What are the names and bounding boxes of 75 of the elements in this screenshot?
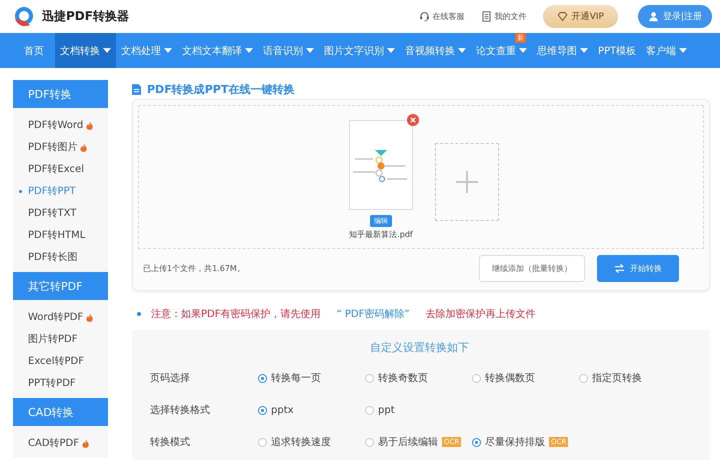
sidebar-item[interactable]: PDF转图片 [13, 136, 108, 158]
sidebar-item[interactable]: PDF转Excel [13, 158, 108, 180]
logo-icon [12, 4, 36, 28]
sidebar-heading: 其它转PDF [13, 272, 108, 300]
logo-text: 迅捷PDF转换器 [42, 8, 129, 25]
diamond-icon [556, 11, 568, 22]
option-label: 转换偶数页 [485, 372, 535, 385]
sidebar-heading: CAD转换 [13, 398, 108, 426]
flame-icon [86, 312, 94, 322]
setting-label: 页码选择 [150, 372, 191, 385]
sidebar-item[interactable]: PDF转HTML [13, 224, 108, 246]
flame-icon [82, 438, 90, 448]
nav-tab[interactable]: 语音识别 [258, 33, 319, 68]
nav-tab[interactable]: 文档文本翻译 [177, 33, 258, 68]
file-name: 知乎最新算法.pdf [349, 229, 413, 240]
nav-tab[interactable]: 图片文字识别 [319, 33, 400, 68]
radio-button[interactable] [258, 374, 267, 382]
document-icon [132, 84, 141, 94]
notice-text: 去除加密保护再上传文件 [426, 308, 536, 321]
sidebar-heading: PDF转换 [13, 80, 108, 108]
nav-tab[interactable]: 文档处理 [116, 33, 177, 68]
add-more-button[interactable]: 继续添加（批量转换） [479, 255, 585, 282]
settings-title: 自定义设置转换如下 [369, 340, 470, 355]
option-label: 易于后续编辑 [378, 436, 438, 449]
sidebar-item[interactable]: CAD转PDF [13, 432, 108, 454]
document-icon [480, 11, 492, 22]
sidebar-item[interactable]: PPT转PDF [13, 372, 108, 394]
nav-tab[interactable]: 音视频转换 [400, 33, 471, 68]
close-icon[interactable] [407, 114, 419, 126]
nav-tab[interactable]: 首页 [13, 33, 55, 68]
headset-icon [418, 11, 430, 22]
radio-button[interactable] [365, 374, 374, 382]
add-file-tile[interactable] [435, 143, 499, 221]
option-label: 转换奇数页 [378, 372, 428, 385]
swap-arrows-icon [614, 263, 625, 274]
sidebar-item[interactable]: PDF转TXT [13, 202, 108, 224]
radio-button[interactable] [472, 374, 481, 382]
password-remove-link[interactable]: “ PDF密码解除” [336, 307, 410, 321]
bullet-icon [137, 312, 141, 316]
start-button[interactable]: 开始转换 [597, 255, 679, 282]
nav-tab[interactable]: 文档转换 [55, 33, 116, 68]
user-icon [648, 11, 659, 22]
upload-summary: 已上传1个文件，共1.67M。 [143, 263, 246, 274]
sidebar-item[interactable]: PDF转PPT [13, 180, 108, 202]
radio-button[interactable] [365, 438, 374, 446]
option-label: 转换每一页 [271, 372, 321, 385]
option-label: 尽量保持排版 [485, 436, 545, 449]
setting-label: 转换模式 [150, 436, 191, 449]
nav-tab[interactable]: PPT模板 [593, 33, 642, 68]
notice-text: 注意：如果PDF有密码保护，请先使用 [151, 308, 320, 321]
header-link[interactable]: 我的文件 [480, 11, 527, 22]
option-label: pptx [271, 404, 294, 416]
sidebar-item[interactable]: 图片转PDF [13, 328, 108, 350]
radio-button[interactable] [365, 406, 374, 414]
option-label: 指定页转换 [592, 372, 642, 385]
sidebar-item[interactable]: PDF转长图 [13, 246, 108, 268]
radio-button[interactable] [258, 406, 267, 414]
header-link[interactable]: 在线客服 [418, 11, 465, 22]
option-label: 追求转换速度 [271, 436, 331, 449]
setting-label: 选择转换格式 [150, 404, 211, 417]
sidebar-item[interactable]: Excel转PDF [13, 350, 108, 372]
login-button[interactable]: 登录|注册 [638, 5, 712, 28]
radio-button[interactable] [472, 438, 481, 446]
flame-icon [86, 120, 94, 130]
nav-tab[interactable]: 思维导图 [532, 33, 593, 68]
nav-tab[interactable]: 客户端 [641, 33, 692, 68]
sidebar-item[interactable]: PDF转Word [13, 114, 108, 136]
vip-button[interactable]: 开通VIP [542, 5, 618, 28]
sidebar-item[interactable]: Word转PDF [13, 306, 108, 328]
option-label: ppt [378, 404, 395, 416]
flame-icon [80, 142, 88, 152]
page-title: PDF转换成PPT在线一键转换 [147, 82, 294, 96]
plus-icon [456, 171, 478, 193]
radio-button[interactable] [258, 438, 267, 446]
radio-button[interactable] [579, 374, 588, 382]
